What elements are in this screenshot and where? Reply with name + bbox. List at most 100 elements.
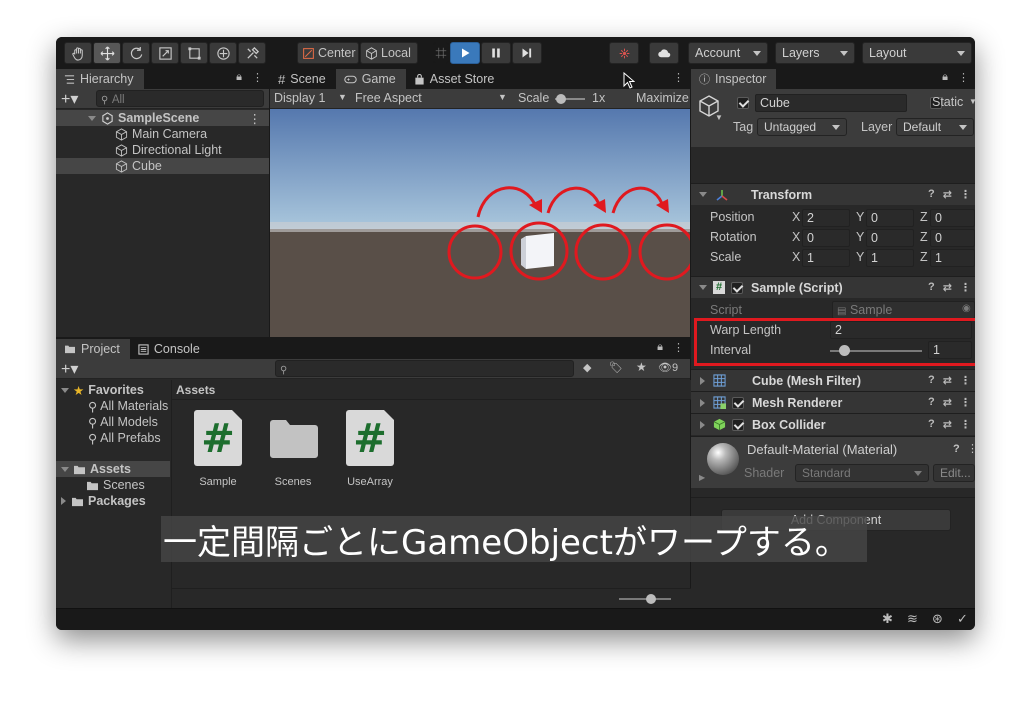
- project-search-input[interactable]: ⚲: [275, 360, 574, 377]
- preset-icon[interactable]: ⇄: [943, 374, 952, 387]
- hidden-packages-icon[interactable]: 👁︎9: [658, 361, 678, 374]
- rotation-x-input[interactable]: 0: [802, 229, 850, 247]
- shader-dropdown[interactable]: Standard: [795, 464, 929, 482]
- more-menu-icon[interactable]: ⋮: [673, 71, 684, 84]
- hierarchy-item-main-camera[interactable]: Main Camera: [56, 126, 269, 142]
- scenes-folder-row[interactable]: Scenes: [56, 477, 170, 493]
- edit-shader-button[interactable]: Edit...: [933, 464, 975, 482]
- favorite-star-icon[interactable]: ★: [636, 360, 647, 374]
- tab-hierarchy[interactable]: Hierarchy: [56, 69, 144, 89]
- help-icon[interactable]: ?: [928, 374, 935, 387]
- active-checkbox[interactable]: [737, 97, 749, 109]
- collab-button[interactable]: [609, 42, 639, 64]
- hand-tool-button[interactable]: [64, 42, 92, 64]
- rotation-y-input[interactable]: 0: [866, 229, 914, 247]
- expand-caret-icon[interactable]: [699, 192, 707, 197]
- expand-caret-icon[interactable]: [88, 115, 96, 121]
- grid-snap-button[interactable]: [433, 42, 449, 64]
- cloud-button[interactable]: [649, 42, 679, 64]
- preset-icon[interactable]: ⇄: [943, 396, 952, 409]
- favorite-item-materials[interactable]: ⚲ All Materials: [56, 398, 170, 414]
- layout-dropdown[interactable]: Layout: [862, 42, 972, 64]
- scale-tool-button[interactable]: [151, 42, 179, 64]
- help-icon[interactable]: ?: [953, 443, 960, 455]
- icon-size-slider-thumb[interactable]: [646, 594, 656, 604]
- layers-dropdown[interactable]: Layers: [775, 42, 855, 64]
- rect-tool-button[interactable]: [180, 42, 208, 64]
- collapse-caret-icon[interactable]: [700, 376, 705, 385]
- tag-dropdown[interactable]: Untagged: [757, 118, 847, 136]
- custom-tool-button[interactable]: [238, 42, 266, 64]
- asset-sample-script[interactable]: #: [194, 410, 242, 466]
- cache-server-icon[interactable]: ≋: [907, 611, 918, 627]
- chevron-down-icon[interactable]: ▼: [969, 97, 975, 106]
- position-x-input[interactable]: 2: [802, 209, 850, 227]
- pivot-center-toggle[interactable]: Center: [297, 42, 359, 64]
- auto-generate-lighting-icon[interactable]: ⊛: [932, 611, 943, 627]
- more-menu-icon[interactable]: ⋮: [967, 442, 975, 455]
- lock-icon[interactable]: 🔒︎: [942, 71, 948, 84]
- more-menu-icon[interactable]: ⋮: [673, 341, 684, 354]
- more-menu-icon[interactable]: ⋮: [960, 396, 971, 409]
- favorite-item-prefabs[interactable]: ⚲ All Prefabs: [56, 430, 170, 446]
- expand-caret-icon[interactable]: [61, 466, 69, 472]
- more-menu-icon[interactable]: ⋮: [958, 71, 969, 84]
- box-collider-header[interactable]: Box Collider ? ⇄ ⋮: [691, 413, 975, 435]
- packages-folder-row[interactable]: Packages: [56, 493, 170, 509]
- cube-object[interactable]: [521, 233, 554, 269]
- position-z-input[interactable]: 0: [930, 209, 975, 227]
- game-viewport[interactable]: [270, 109, 690, 337]
- more-menu-icon[interactable]: ⋮: [960, 188, 971, 201]
- scale-slider-thumb[interactable]: [556, 94, 566, 104]
- transform-tool-button[interactable]: [209, 42, 237, 64]
- tab-scene[interactable]: # Scene: [270, 69, 336, 89]
- layer-dropdown[interactable]: Default: [896, 118, 974, 136]
- preset-icon[interactable]: ⇄: [943, 418, 952, 431]
- display-dropdown[interactable]: Display 1: [274, 91, 325, 105]
- tab-console[interactable]: Console: [130, 339, 210, 359]
- collapse-caret-icon[interactable]: [61, 497, 66, 505]
- notification-icon[interactable]: ✓: [957, 611, 968, 627]
- hierarchy-scene-row[interactable]: SampleScene ⋮: [56, 110, 269, 126]
- asset-scenes-folder[interactable]: [270, 420, 318, 458]
- play-button[interactable]: [450, 42, 480, 64]
- lock-icon[interactable]: 🔒︎: [236, 71, 242, 84]
- collapse-caret-icon[interactable]: [700, 398, 705, 407]
- mesh-renderer-header[interactable]: Mesh Renderer ? ⇄ ⋮: [691, 391, 975, 413]
- assets-folder-row[interactable]: Assets: [56, 461, 170, 477]
- more-menu-icon[interactable]: ⋮: [960, 418, 971, 431]
- tab-game[interactable]: Game: [335, 69, 406, 89]
- pause-button[interactable]: [481, 42, 511, 64]
- filter-label-icon[interactable]: 🏷︎: [609, 361, 623, 374]
- hierarchy-item-directional-light[interactable]: Directional Light: [56, 142, 269, 158]
- expand-caret-icon[interactable]: [61, 387, 69, 393]
- hierarchy-search-input[interactable]: ⚲ All: [96, 90, 264, 107]
- collapse-caret-icon[interactable]: [700, 420, 705, 429]
- scale-z-input[interactable]: 1: [930, 249, 975, 267]
- move-tool-button[interactable]: [93, 42, 121, 64]
- aspect-dropdown[interactable]: Free Aspect: [355, 91, 422, 105]
- help-icon[interactable]: ?: [928, 418, 935, 431]
- tab-inspector[interactable]: ⓘ Inspector: [691, 69, 777, 89]
- tab-project[interactable]: Project: [56, 339, 130, 359]
- object-name-input[interactable]: Cube: [755, 94, 907, 112]
- asset-usearray-script[interactable]: #: [346, 410, 394, 466]
- rotate-tool-button[interactable]: [122, 42, 150, 64]
- script-enabled-checkbox[interactable]: [731, 281, 743, 294]
- help-icon[interactable]: ?: [928, 281, 935, 294]
- scale-y-input[interactable]: 1: [866, 249, 914, 267]
- mesh-renderer-checkbox[interactable]: [732, 396, 744, 409]
- chevron-down-icon[interactable]: ▼: [715, 113, 723, 122]
- hierarchy-item-cube[interactable]: Cube: [56, 158, 269, 174]
- pivot-space-toggle[interactable]: Local: [360, 42, 418, 64]
- more-menu-icon[interactable]: ⋮: [960, 374, 971, 387]
- preset-icon[interactable]: ⇄: [943, 188, 952, 201]
- help-icon[interactable]: ?: [928, 396, 935, 409]
- transform-header[interactable]: Transform ? ⇄ ⋮: [691, 183, 975, 205]
- more-menu-icon[interactable]: ⋮: [252, 71, 263, 84]
- object-picker-icon[interactable]: ◉: [962, 303, 971, 314]
- collapse-caret-icon[interactable]: ▶: [699, 473, 705, 482]
- more-menu-icon[interactable]: ⋮: [960, 281, 971, 294]
- bug-report-icon[interactable]: ✱: [882, 611, 893, 627]
- mesh-filter-header[interactable]: Cube (Mesh Filter) ? ⇄ ⋮: [691, 369, 975, 391]
